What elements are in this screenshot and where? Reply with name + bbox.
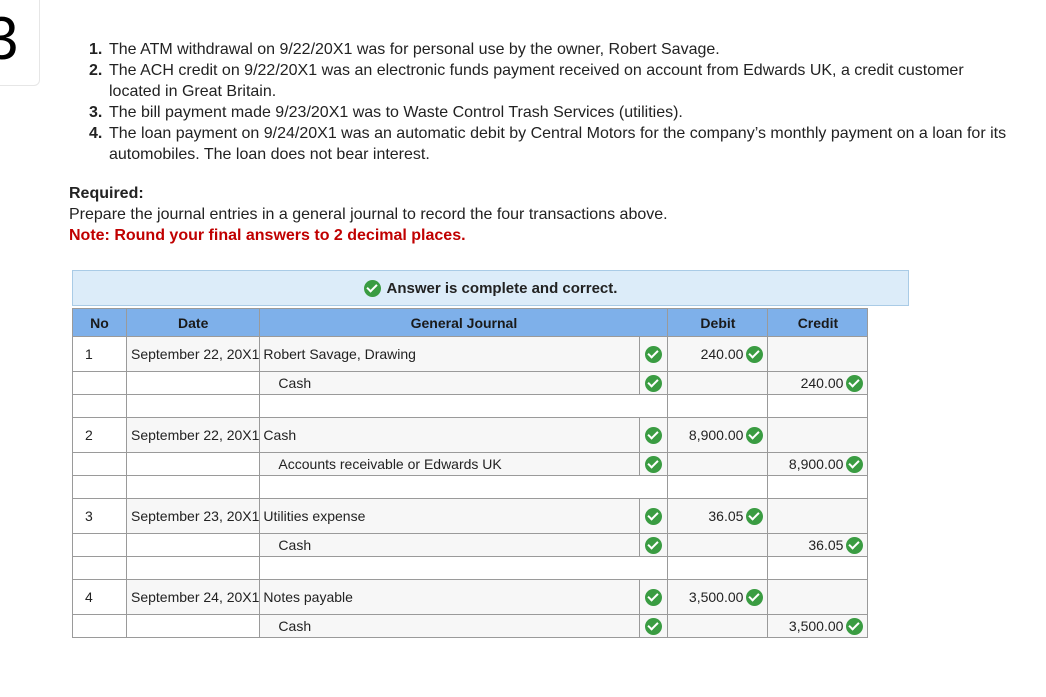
credit-account-field[interactable]: Cash	[259, 614, 641, 638]
debit-amount-field[interactable]: 3,500.00	[667, 579, 769, 615]
debit-amount: 240.00	[700, 346, 744, 363]
instruction-number: 2.	[89, 62, 103, 79]
table-row	[72, 556, 869, 580]
answer-status-banner: Answer is complete and correct.	[72, 270, 909, 306]
credit-amount-field[interactable]: 36.05	[767, 533, 869, 557]
table-row	[72, 475, 869, 499]
entry-number: 1	[72, 336, 127, 372]
table-row: 4 September 24, 20X1 Notes payable 3,500…	[72, 579, 869, 615]
table-row: 1 September 22, 20X1 Robert Savage, Draw…	[72, 336, 869, 372]
entry-number: 3	[72, 498, 127, 534]
debit-amount-field[interactable]	[667, 614, 769, 638]
debit-account-field[interactable]: Notes payable	[259, 579, 641, 615]
table-row: Cash 240.00	[72, 371, 869, 395]
instruction-item: 1. The ATM withdrawal on 9/22/20X1 was fo…	[86, 39, 1016, 60]
instruction-number: 4.	[89, 125, 103, 142]
header-debit: Debit	[667, 308, 769, 337]
credit-amount-field[interactable]	[767, 336, 869, 372]
instruction-number: 3.	[89, 104, 103, 121]
check-circle-icon	[645, 507, 663, 525]
entry-number: 2	[72, 417, 127, 453]
entry-date[interactable]: September 24, 20X1	[125, 579, 261, 615]
credit-account-field[interactable]: Cash	[259, 371, 641, 395]
debit-amount-field[interactable]: 8,900.00	[667, 417, 769, 453]
credit-amount-field[interactable]	[767, 579, 869, 615]
header-credit: Credit	[767, 308, 869, 337]
question-number: 3	[0, 5, 18, 72]
general-journal-table: No Date General Journal Debit Credit 1 S…	[72, 308, 869, 638]
required-section: Required: Prepare the journal entries in…	[69, 183, 668, 246]
question-number-tab[interactable]: 3	[0, 0, 40, 86]
check-circle-icon	[846, 374, 864, 392]
debit-account-field[interactable]: Utilities expense	[259, 498, 641, 534]
rounding-note: Note: Round your final answers to 2 deci…	[69, 227, 466, 244]
instruction-text: The loan payment on 9/24/20X1 was an aut…	[109, 125, 1007, 163]
credit-amount-field[interactable]: 8,900.00	[767, 452, 869, 476]
entry-date[interactable]: September 22, 20X1	[125, 417, 261, 453]
check-circle-icon	[645, 617, 663, 635]
entry-number: 4	[72, 579, 127, 615]
debit-account-field[interactable]: Cash	[259, 417, 641, 453]
check-circle-icon	[645, 374, 663, 392]
instruction-text: The ACH credit on 9/22/20X1 was an elect…	[109, 62, 964, 100]
instruction-item: 4. The loan payment on 9/24/20X1 was an a…	[86, 123, 1016, 165]
answer-status-text: Answer is complete and correct.	[386, 279, 618, 297]
check-circle-icon	[645, 345, 663, 363]
header-date: Date	[125, 308, 261, 337]
check-circle-icon	[746, 426, 764, 444]
table-row	[72, 394, 869, 418]
header-general-journal: General Journal	[259, 308, 669, 337]
instruction-text: The bill payment made 9/23/20X1 was to W…	[109, 104, 683, 121]
debit-amount: 8,900.00	[688, 427, 744, 444]
credit-amount-field[interactable]: 240.00	[767, 371, 869, 395]
credit-amount: 240.00	[800, 375, 844, 392]
check-circle-icon	[846, 617, 864, 635]
debit-amount: 3,500.00	[688, 589, 744, 606]
check-circle-icon	[645, 588, 663, 606]
check-circle-icon	[645, 455, 663, 473]
check-circle-icon	[746, 588, 764, 606]
debit-account-field[interactable]: Robert Savage, Drawing	[259, 336, 641, 372]
instruction-text: The ATM withdrawal on 9/22/20X1 was for …	[109, 41, 720, 58]
credit-amount: 8,900.00	[788, 456, 844, 473]
check-circle-icon	[746, 507, 764, 525]
instruction-item: 3. The bill payment made 9/23/20X1 was to…	[86, 102, 1016, 123]
credit-account-field[interactable]: Accounts receivable or Edwards UK	[259, 452, 641, 476]
instruction-item: 2. The ACH credit on 9/22/20X1 was an ele…	[86, 60, 1016, 102]
check-circle-icon	[645, 426, 663, 444]
header-no: No	[72, 308, 127, 337]
required-heading: Required:	[69, 185, 144, 202]
table-row: Cash 36.05	[72, 533, 869, 557]
table-row: Cash 3,500.00	[72, 614, 869, 638]
credit-amount-field[interactable]	[767, 417, 869, 453]
check-circle-icon	[846, 455, 864, 473]
debit-amount-field[interactable]	[667, 371, 769, 395]
entry-date[interactable]: September 22, 20X1	[125, 336, 261, 372]
check-circle-icon	[746, 345, 764, 363]
debit-amount: 36.05	[708, 508, 744, 525]
instruction-number: 1.	[89, 41, 103, 58]
debit-amount-field[interactable]	[667, 533, 769, 557]
debit-amount-field[interactable]: 240.00	[667, 336, 769, 372]
check-circle-icon	[846, 536, 864, 554]
debit-amount-field[interactable]	[667, 452, 769, 476]
table-row: Accounts receivable or Edwards UK 8,900.…	[72, 452, 869, 476]
credit-amount-field[interactable]: 3,500.00	[767, 614, 869, 638]
credit-account-field[interactable]: Cash	[259, 533, 641, 557]
check-circle-icon	[645, 536, 663, 554]
check-circle-icon	[363, 279, 381, 297]
table-row: 3 September 23, 20X1 Utilities expense 3…	[72, 498, 869, 534]
required-text: Prepare the journal entries in a general…	[69, 206, 668, 223]
entry-date[interactable]: September 23, 20X1	[125, 498, 261, 534]
table-header-row: No Date General Journal Debit Credit	[72, 308, 869, 337]
table-row: 2 September 22, 20X1 Cash 8,900.00	[72, 417, 869, 453]
debit-amount-field[interactable]: 36.05	[667, 498, 769, 534]
credit-amount: 36.05	[808, 537, 844, 554]
instruction-list: 1. The ATM withdrawal on 9/22/20X1 was fo…	[86, 39, 1016, 165]
credit-amount: 3,500.00	[788, 618, 844, 635]
credit-amount-field[interactable]	[767, 498, 869, 534]
